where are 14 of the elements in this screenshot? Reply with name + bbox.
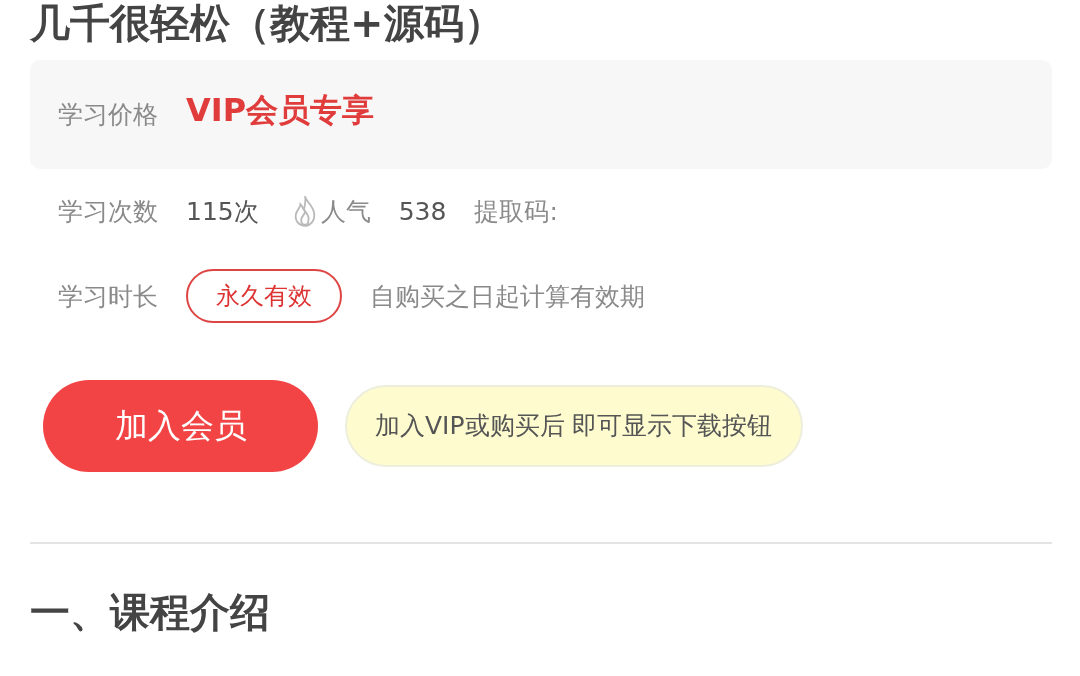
article-title: 几千很轻松（教程+源码） <box>30 0 505 46</box>
section-heading: 一、课程介绍 <box>30 588 271 636</box>
extract-code-label: 提取码: <box>474 195 558 228</box>
popularity-value: 538 <box>398 196 447 226</box>
study-count-label: 学习次数 <box>58 195 158 228</box>
validity-note: 自购买之日起计算有效期 <box>370 280 645 313</box>
price-label: 学习价格 <box>58 99 158 131</box>
popularity-label: 人气 <box>320 195 371 228</box>
study-count-value: 115次 <box>186 195 259 228</box>
validity-badge: 永久有效 <box>186 269 342 323</box>
duration-label: 学习时长 <box>58 280 158 313</box>
download-notice: 加入VIP或购买后 即可显示下载按钮 <box>345 385 803 467</box>
join-member-button[interactable]: 加入会员 <box>43 380 318 472</box>
price-value: VIP会员专享 <box>186 89 375 131</box>
